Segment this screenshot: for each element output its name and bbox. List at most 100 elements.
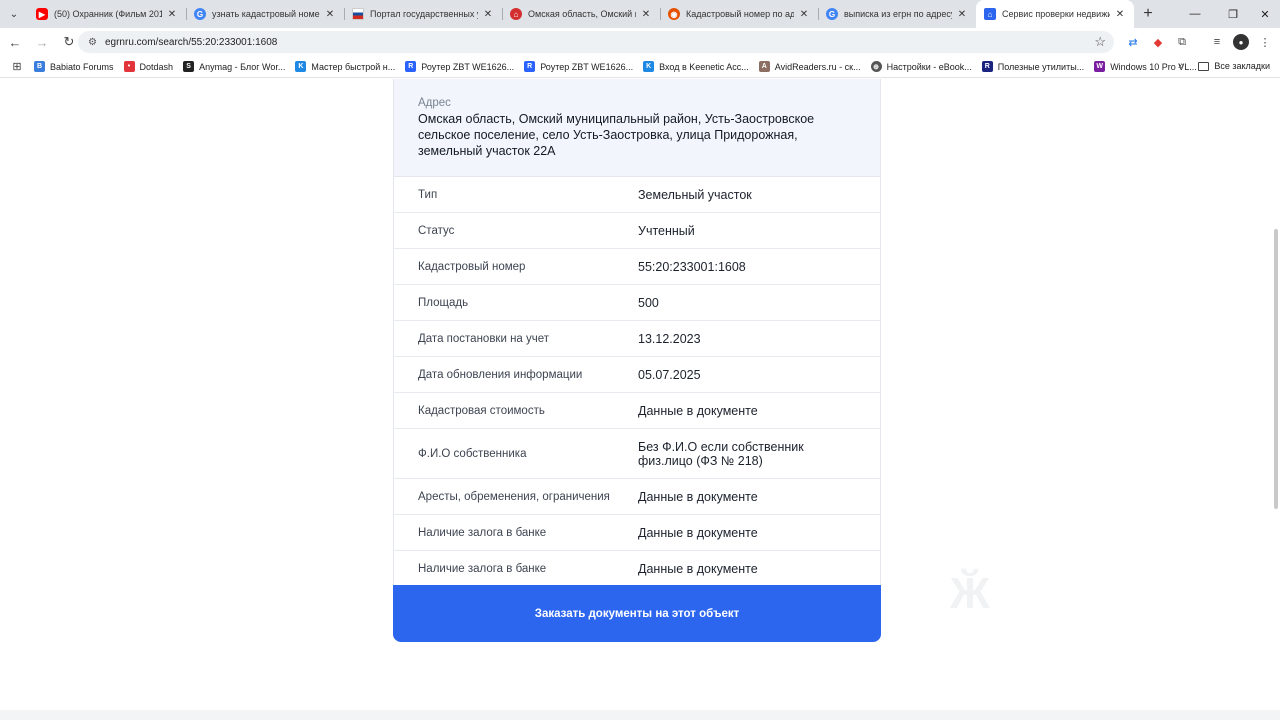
home-icon: ⌂ [984,8,996,20]
bookmark-icon: A [758,61,770,72]
scrollbar-thumb[interactable] [1274,229,1278,509]
tab[interactable]: G выписка из егрн по адресу - ✕ [818,0,976,28]
home-icon: ⌂ [510,8,522,20]
close-icon[interactable]: ✕ [956,9,968,20]
row-label: Кадастровый номер [418,260,526,273]
google-icon: G [826,8,838,20]
row-label: Ф.И.О собственника [418,447,527,460]
apps-icon[interactable]: ⊞ [0,60,34,73]
close-icon[interactable]: ✕ [482,9,494,20]
row-label: Кадастровая стоимость [418,404,545,417]
minimize-icon[interactable]: — [1176,0,1214,28]
tab[interactable]: Портал государственных услу ✕ [344,0,502,28]
tab-search-icon[interactable]: ⌄ [0,0,28,28]
bookmark-item[interactable]: S Anymag - Блог Wor... [183,61,285,72]
close-icon[interactable]: ✕ [640,9,652,20]
all-bookmarks-button[interactable]: Все закладки [1198,61,1270,71]
info-row-encumbrances: Аресты, обременения, ограничения Данные … [394,479,880,515]
tab-title: выписка из егрн по адресу - [844,9,952,19]
close-icon[interactable]: ✕ [798,9,810,20]
tab-title: узнать кадастровый номер по [212,9,320,19]
extensions-puzzle-icon[interactable]: ⧉ [1174,34,1190,50]
menu-icon[interactable]: ⋮ [1257,34,1273,50]
tab-title: Омская область, Омский муни [528,9,636,19]
translate-icon[interactable]: ⇄ [1125,34,1141,50]
reading-list-icon[interactable]: ≡ [1209,34,1225,50]
bookmark-item[interactable]: R Роутер ZBT WE1626... [405,61,514,72]
row-label: Аресты, обременения, ограничения [418,490,610,503]
tab-title: Кадастровый номер по адресу [686,9,794,19]
info-row-bank-pledge: Наличие залога в банке Данные в документ… [394,551,880,587]
close-icon[interactable]: ✕ [1114,9,1126,20]
row-label: Площадь [418,296,469,309]
tab-title: (50) Охранник (Фильм 2016) б [54,9,162,19]
all-bookmarks-label: Все закладки [1214,61,1270,71]
bookmark-label: Настройки - eBook... [886,61,972,72]
page-viewport: Ӂ Адрес Омская область, Омский муниципал… [0,79,1280,720]
tab-title: Портал государственных услу [370,9,478,19]
bookmarks-bar: ⊞ B Babiato Forums • Dotdash S Anymag - Бло… [0,56,1280,78]
bookmark-item[interactable]: R Роутер ZBT WE1626... [524,61,633,72]
bookmark-star-icon[interactable]: ☆ [1094,34,1106,50]
tab[interactable]: ⌂ Омская область, Омский муни ✕ [502,0,660,28]
site-info-icon[interactable]: ⚙ [88,37,97,48]
new-tab-button[interactable]: + [1134,0,1162,28]
globe-icon: ⊕ [870,61,882,72]
row-value: Данные в документе [638,489,758,504]
url-text: egrnru.com/search/55:20:233001:1608 [104,36,278,48]
info-row-bank-pledge: Наличие залога в банке Данные в документ… [394,515,880,551]
youtube-icon: ▶ [36,8,48,20]
close-icon[interactable]: ✕ [324,9,336,20]
extension-icon[interactable]: ◆ [1150,34,1166,50]
row-value: Земельный участок [638,187,752,202]
row-value: Данные в документе [638,403,758,418]
row-label: Дата постановки на учет [418,332,550,345]
close-icon[interactable]: ✕ [166,9,178,20]
google-icon: G [194,8,206,20]
row-label: Статус [418,224,455,237]
tab-title: Сервис проверки недвижимо [1002,9,1110,19]
row-value: Данные в документе [638,525,758,540]
watermark: Ӂ [950,569,991,618]
address-label: Адрес [418,97,451,109]
info-row-cadastral-number: Кадастровый номер 55:20:233001:1608 [394,249,880,285]
row-value: Учтенный [638,223,695,238]
bookmark-icon: K [295,61,307,72]
bookmark-item[interactable]: A AvidReaders.ru - ск... [758,61,861,72]
address-value: Омская область, Омский муниципальный рай… [418,112,815,158]
tab[interactable]: ◉ Кадастровый номер по адресу ✕ [660,0,818,28]
info-row-owner: Ф.И.О собственника Без Ф.И.О если собств… [394,429,880,479]
window-close-icon[interactable]: ✕ [1246,0,1280,28]
bookmark-item[interactable]: K Вход в Keenetic Acc... [643,61,749,72]
row-label: Наличие залога в банке [418,562,547,575]
tab[interactable]: ▶ (50) Охранник (Фильм 2016) б ✕ [28,0,186,28]
bookmark-icon: R [981,61,993,72]
bookmark-label: Anymag - Блог Wor... [199,61,286,72]
row-value: Без Ф.И.О если собственник физ.лицо (ФЗ … [638,439,804,468]
site-icon: ◉ [668,8,680,20]
avatar[interactable]: ● [1233,34,1249,50]
back-icon[interactable]: ← [3,30,27,54]
forward-icon[interactable]: → [30,30,54,54]
bookmark-item[interactable]: • Dotdash [123,61,173,72]
bookmark-item[interactable]: ⊕ Настройки - eBook... [870,61,972,72]
bookmark-item[interactable]: K Мастер быстрой н... [295,61,395,72]
info-row-registration-date: Дата постановки на учет 13.12.2023 [394,321,880,357]
bookmark-icon: R [405,61,417,72]
gosuslugi-icon [352,8,364,20]
more-bookmarks-icon[interactable]: » [1178,60,1184,72]
tab[interactable]: G узнать кадастровый номер по ✕ [186,0,344,28]
bookmark-icon: B [34,61,45,72]
bookmark-label: Babiato Forums [50,61,114,72]
property-card: Адрес Омская область, Омский муниципальн… [393,79,881,642]
bookmark-item[interactable]: B Babiato Forums [34,61,114,72]
bookmark-item[interactable]: R Полезные утилиты... [981,61,1084,72]
address-bar[interactable]: ⚙ egrnru.com/search/55:20:233001:1608 ☆ [78,31,1114,53]
order-documents-button[interactable]: Заказать документы на этот объект [393,585,881,642]
folder-icon [1198,61,1210,71]
bookmark-icon: S [183,61,195,72]
row-label: Дата обновления информации [418,368,583,381]
row-value: Данные в документе [638,561,758,576]
row-value: 500 [638,295,659,310]
tab-active[interactable]: ⌂ Сервис проверки недвижимо ✕ [976,0,1134,28]
